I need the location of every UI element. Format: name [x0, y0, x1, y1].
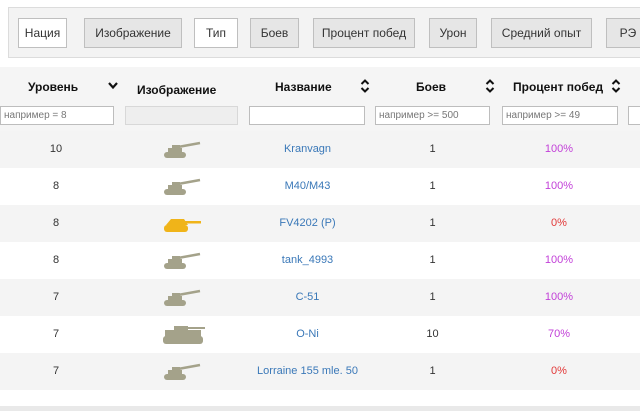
column-header-level[interactable]: Уровень [28, 80, 78, 94]
toggle-type-button[interactable]: Тип [194, 18, 238, 48]
table-row[interactable]: 8 M40/M43 1 100% [0, 168, 640, 205]
vehicle-image-cell [122, 242, 240, 279]
table-row[interactable]: 8 FV4202 (P) 1 0% [0, 205, 640, 242]
image-filter-input [125, 106, 238, 125]
battles-filter-input[interactable] [375, 106, 490, 125]
tank-spg-icon [162, 361, 202, 398]
vehicle-image-cell [122, 131, 240, 168]
battles-cell: 1 [429, 217, 436, 229]
winrate-cell: 70% [547, 328, 571, 340]
chevron-down-icon[interactable] [108, 78, 118, 94]
battles-cell: 1 [429, 254, 436, 266]
battles-cell: 1 [429, 180, 436, 192]
vehicle-image-cell [122, 168, 240, 205]
table-row[interactable]: 8 tank_4993 1 100% [0, 242, 640, 279]
level-cell: 7 [52, 291, 60, 303]
table-row[interactable]: 10 Kranvagn 1 100% [0, 131, 640, 168]
winrate-cell: 100% [544, 143, 574, 155]
winrate-cell: 100% [544, 180, 574, 192]
table-footer [0, 406, 640, 411]
vehicle-name-link[interactable]: M40/M43 [250, 168, 365, 205]
toggle-image-button[interactable]: Изображение [84, 18, 182, 48]
table-row[interactable]: 7 Lorraine 155 mle. 50 1 0% [0, 353, 640, 390]
table-row[interactable]: 7 O-Ni 10 70% [0, 316, 640, 353]
vehicles-table: Уровень Изображение Название Боев Процен… [0, 67, 640, 411]
level-cell: 10 [49, 143, 63, 155]
winrate-cell: 100% [544, 291, 574, 303]
winrate-cell: 0% [551, 217, 567, 229]
toggle-battles-button[interactable]: Боев [250, 18, 299, 48]
winrate-cell: 100% [544, 254, 574, 266]
name-filter-input[interactable] [249, 106, 365, 125]
vehicle-name-link[interactable]: O-Ni [250, 316, 365, 353]
winrate-cell: 0% [551, 365, 567, 377]
column-header-image: Изображение [137, 83, 217, 97]
battles-cell: 1 [429, 365, 436, 377]
level-cell: 7 [52, 328, 60, 340]
table-header: Уровень Изображение Название Боев Процен… [0, 67, 640, 131]
toggle-avg-xp-button[interactable]: Средний опыт [491, 18, 592, 48]
column-header-name[interactable]: Название [275, 80, 332, 94]
vehicle-image-cell [122, 205, 240, 242]
level-cell: 8 [52, 180, 60, 192]
column-toggle-bar: Нация Изображение Тип Боев Процент побед… [8, 7, 640, 58]
toggle-winrate-button[interactable]: Процент побед [313, 18, 415, 48]
vehicle-name-link[interactable]: FV4202 (P) [250, 205, 365, 242]
vehicle-name-link[interactable]: C-51 [250, 279, 365, 316]
sort-icon[interactable] [611, 78, 621, 94]
sort-icon[interactable] [360, 78, 370, 94]
vehicle-image-cell [122, 279, 240, 316]
winrate-filter-input[interactable] [502, 106, 618, 125]
sort-icon[interactable] [485, 78, 495, 94]
table-row[interactable]: 7 C-51 1 100% [0, 279, 640, 316]
column-header-winrate[interactable]: Процент побед [513, 80, 603, 94]
level-filter-input[interactable] [0, 106, 114, 125]
toggle-nation-button[interactable]: Нация [18, 18, 67, 48]
vehicle-image-cell [122, 316, 240, 353]
level-cell: 8 [52, 254, 60, 266]
vehicle-name-link[interactable]: Lorraine 155 mle. 50 [250, 353, 365, 390]
battles-cell: 1 [429, 143, 436, 155]
column-header-battles[interactable]: Боев [416, 80, 446, 94]
battles-cell: 1 [429, 291, 436, 303]
vehicle-image-cell [122, 353, 240, 390]
next-column-filter-input[interactable] [628, 106, 640, 125]
level-cell: 8 [52, 217, 60, 229]
vehicle-name-link[interactable]: Kranvagn [250, 131, 365, 168]
battles-cell: 10 [426, 328, 439, 340]
toggle-damage-button[interactable]: Урон [429, 18, 477, 48]
level-cell: 7 [52, 365, 60, 377]
vehicle-name-link[interactable]: tank_4993 [250, 242, 365, 279]
toggle-er-button[interactable]: РЭ [606, 18, 640, 48]
